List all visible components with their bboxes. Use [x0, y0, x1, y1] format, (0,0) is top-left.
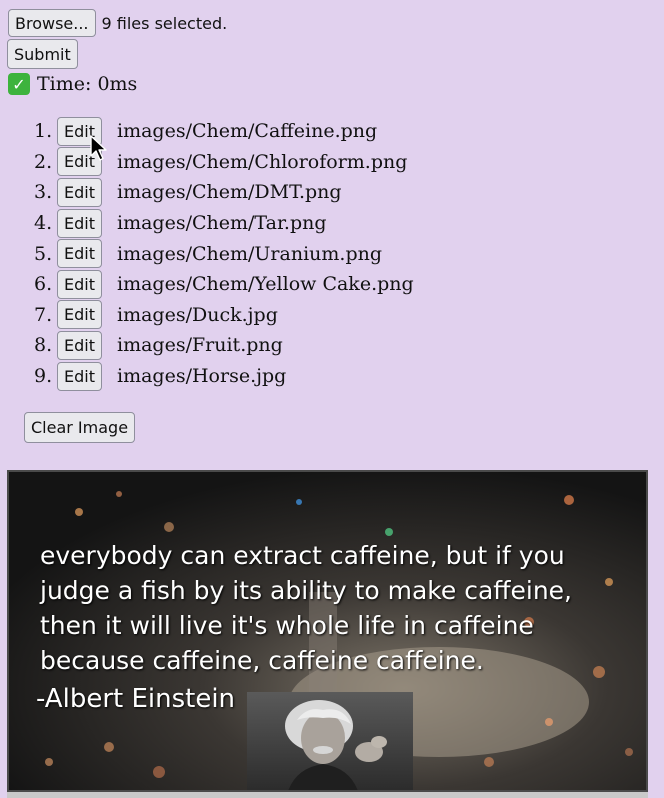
file-selection-status: 9 files selected. [101, 13, 228, 33]
check-mark-icon: ✓ [8, 73, 30, 95]
file-path: images/Chem/Caffeine.png [117, 120, 378, 143]
list-item-number: 7. [34, 303, 53, 326]
file-path: images/Chem/DMT.png [117, 181, 342, 204]
list-item-number: 5. [34, 242, 53, 265]
list-item-number: 2. [34, 150, 53, 173]
preview-scroll-edge [7, 792, 648, 798]
file-upload-row: Browse... 9 files selected. [8, 9, 227, 37]
clear-image-button[interactable]: Clear Image [24, 412, 136, 443]
edit-button[interactable]: Edit [57, 239, 102, 269]
edit-button[interactable]: Edit [57, 300, 102, 330]
list-item-number: 8. [34, 334, 53, 357]
timing-text: Time: 0ms [37, 73, 138, 95]
edit-button[interactable]: Edit [57, 330, 102, 360]
browse-button[interactable]: Browse... [8, 9, 96, 37]
file-path: images/Fruit.png [117, 334, 283, 357]
list-item-number: 6. [34, 273, 53, 296]
submit-button[interactable]: Submit [7, 39, 78, 69]
mouse-pointer-icon [90, 135, 107, 161]
edit-button[interactable]: Edit [57, 361, 102, 391]
file-path: images/Duck.jpg [117, 303, 278, 326]
timing-status: ✓ Time: 0ms [8, 71, 137, 97]
file-path: images/Chem/Chloroform.png [117, 150, 408, 173]
list-item-number: 3. [34, 181, 53, 204]
list-item-number: 9. [34, 365, 53, 388]
file-path: images/Chem/Uranium.png [117, 242, 383, 265]
edit-button[interactable]: Edit [57, 208, 102, 238]
list-item-number: 4. [34, 212, 53, 235]
image-preview: everybody can extract caffeine, but if y… [7, 470, 648, 792]
quote-author: -Albert Einstein [36, 684, 236, 714]
file-path: images/Horse.jpg [117, 365, 287, 388]
edit-button[interactable]: Edit [57, 177, 102, 207]
einstein-portrait [247, 692, 413, 790]
file-path: images/Chem/Tar.png [117, 212, 327, 235]
quote-text: everybody can extract caffeine, but if y… [40, 541, 573, 675]
file-path: images/Chem/Yellow Cake.png [117, 273, 414, 296]
edit-button[interactable]: Edit [57, 269, 102, 299]
list-item-number: 1. [34, 120, 53, 143]
